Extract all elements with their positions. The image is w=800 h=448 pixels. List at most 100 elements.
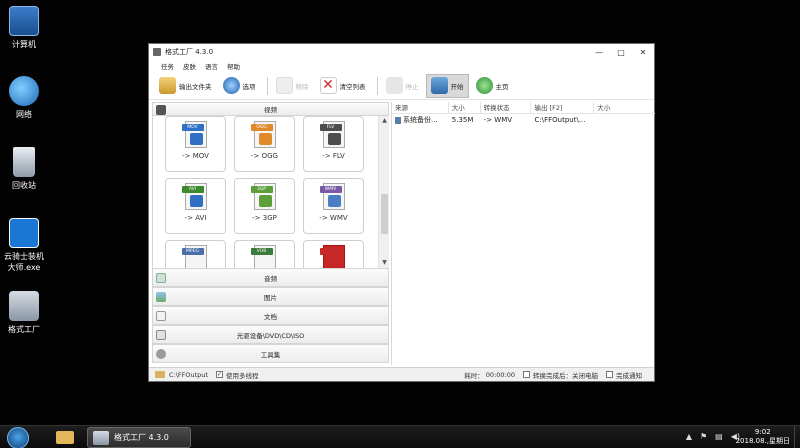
format-tag: MOV: [181, 124, 204, 131]
desktop-icon-computer[interactable]: 计算机: [0, 6, 48, 50]
category-toolbox[interactable]: 工具集: [152, 344, 389, 363]
format-label: -> 3GP: [252, 214, 277, 222]
category-audio[interactable]: 音频: [152, 268, 389, 287]
options-button[interactable]: 选项: [219, 74, 260, 98]
disc-drive-icon: [156, 330, 166, 340]
output-folder-button[interactable]: 输出文件夹: [155, 74, 216, 98]
notify-label: 完成通知: [616, 371, 642, 380]
format-tile-ogg[interactable]: OGG -> OGG: [234, 116, 295, 172]
app-icon: [153, 48, 161, 56]
start-menu-button[interactable]: [7, 427, 29, 448]
desktop-icon-network[interactable]: 网络: [0, 76, 48, 120]
format-tile-swf[interactable]: SWF: [303, 240, 364, 268]
tray-up-arrow-icon[interactable]: ▲: [686, 432, 692, 441]
clock-time: 9:02: [754, 428, 771, 436]
column-status[interactable]: 转换状态: [481, 102, 532, 113]
elapsed-label: 耗时：: [464, 371, 484, 380]
scroll-up-arrow-icon[interactable]: ▲: [379, 116, 389, 126]
vob-file-icon: VOB: [250, 245, 276, 268]
category-optical-drive[interactable]: 光驱设备\DVD\CD\ISO: [152, 325, 389, 344]
flag-icon[interactable]: ⚑: [700, 432, 707, 441]
taskbar-format-factory-button[interactable]: 格式工厂 4.3.0: [87, 427, 191, 448]
format-tag: FLV: [319, 124, 342, 131]
after-convert-checkbox[interactable]: [523, 371, 530, 378]
column-source[interactable]: 来源: [392, 102, 449, 113]
minimize-button[interactable]: —: [588, 45, 610, 59]
clear-list-icon: ✕: [319, 77, 337, 94]
title-bar[interactable]: 格式工厂 4.3.0 — □ ✕: [149, 44, 654, 60]
video-icon: [156, 105, 166, 115]
clock[interactable]: 9:02 2018.08.,星期日: [736, 428, 790, 446]
status-bar: C:\FFOutput ✓ 使用多线程 耗时： 00:00:00 转换完成后：关…: [149, 367, 654, 381]
format-grid-scrollbar[interactable]: ▲ ▼: [378, 116, 389, 268]
music-note-icon: [156, 273, 166, 283]
start-button[interactable]: 开始: [425, 73, 469, 98]
format-label: -> AVI: [184, 214, 207, 222]
source-text: 系统备份...: [403, 116, 438, 124]
menu-help[interactable]: 帮助: [227, 61, 240, 71]
desktop-icon-recycle-bin[interactable]: 回收站: [0, 147, 48, 191]
ogg-file-icon: OGG: [250, 121, 276, 148]
scroll-down-arrow-icon[interactable]: ▼: [379, 258, 389, 268]
stop-button[interactable]: 停止: [382, 74, 423, 98]
format-tile-wmv[interactable]: WMV -> WMV: [303, 178, 364, 234]
format-factory-icon: [93, 430, 109, 445]
format-picture: [327, 133, 341, 145]
desktop-icon-format-factory[interactable]: 格式工厂: [0, 291, 48, 335]
format-tile-vob[interactable]: VOB: [234, 240, 295, 268]
format-tile-mov[interactable]: MOV -> MOV: [165, 116, 226, 172]
category-video[interactable]: 视频: [152, 102, 389, 116]
show-desktop-button[interactable]: [794, 426, 800, 448]
cell-source: 系统备份...: [392, 114, 449, 127]
format-picture: [189, 133, 203, 145]
left-panel: 视频 MOV -> MOV OGG -> OGG FLV -> FLV AVI …: [152, 102, 389, 365]
desktop-icon-label: 网络: [16, 110, 32, 119]
category-label: 光驱设备\DVD\CD\ISO: [236, 331, 305, 340]
desktop-icon-label: 回收站: [12, 181, 36, 190]
format-tag: SWF: [319, 248, 342, 255]
table-row[interactable]: 系统备份... 5.35M -> WMV C:\FFOutput\...: [392, 114, 655, 127]
menu-task[interactable]: 任务: [161, 61, 174, 71]
category-label: 视频: [264, 106, 277, 114]
toolbar-separator: [376, 76, 378, 95]
scrollbar-thumb[interactable]: [381, 194, 388, 234]
network-tray-icon[interactable]: ▤: [715, 432, 723, 441]
after-convert-label: 转换完成后：关闭电脑: [533, 371, 598, 380]
output-path[interactable]: C:\FFOutput: [169, 371, 208, 379]
multithread-label: 使用多线程: [225, 371, 259, 380]
category-label: 文档: [264, 312, 277, 321]
start-icon: [430, 77, 448, 94]
toolbar: 输出文件夹 选项 移除 ✕ 清空列表 停止 开始 主页: [149, 72, 654, 100]
column-output-size[interactable]: 大小: [594, 102, 655, 113]
format-tile-flv[interactable]: FLV -> FLV: [303, 116, 364, 172]
clear-list-button[interactable]: ✕ 清空列表: [316, 74, 370, 98]
column-size[interactable]: 大小: [449, 102, 481, 113]
format-tag: VOB: [250, 248, 273, 255]
taskbar: 格式工厂 4.3.0 ▲ ⚑ ▤ ◀) 9:02 2018.08.,星期日: [0, 425, 800, 448]
desktop-icon-label: 格式工厂: [8, 325, 40, 334]
category-image[interactable]: 图片: [152, 287, 389, 306]
format-factory-icon: [9, 291, 39, 321]
cell-status: -> WMV: [483, 116, 513, 124]
format-tile-mpeg[interactable]: MPEG: [165, 240, 226, 268]
home-button[interactable]: 主页: [472, 74, 513, 98]
desktop-icon-yunqishi[interactable]: 云骑士装机 大师.exe: [0, 218, 48, 273]
menu-language[interactable]: 语言: [205, 61, 218, 71]
remove-button[interactable]: 移除: [272, 74, 313, 98]
menu-skin[interactable]: 皮肤: [183, 61, 196, 71]
multithread-checkbox[interactable]: ✓: [215, 371, 223, 378]
remove-icon: [275, 77, 293, 94]
taskbar-explorer-button[interactable]: [48, 427, 82, 448]
folder-icon: [56, 431, 74, 444]
category-document[interactable]: 文档: [152, 306, 389, 325]
notify-checkbox[interactable]: [606, 371, 613, 378]
format-picture: [258, 133, 272, 145]
close-button[interactable]: ✕: [632, 45, 654, 59]
maximize-button[interactable]: □: [610, 45, 632, 59]
desktop-icon-label: 云骑士装机 大师.exe: [4, 252, 44, 272]
start-label: 开始: [450, 82, 464, 91]
format-picture: [327, 195, 341, 207]
format-tile-3gp[interactable]: 3GP -> 3GP: [234, 178, 295, 234]
format-tile-avi[interactable]: AVI -> AVI: [165, 178, 226, 234]
column-output[interactable]: 输出 [F2]: [531, 102, 595, 113]
